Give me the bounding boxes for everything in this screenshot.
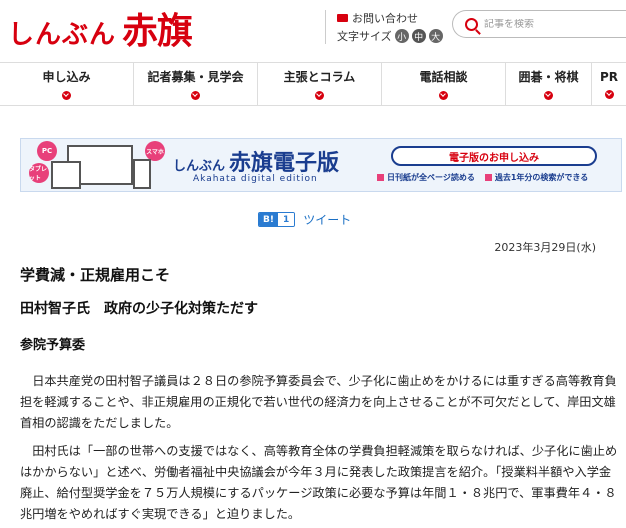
tablet-badge: タブレット <box>29 163 49 183</box>
font-size-label: 文字サイズ <box>337 30 392 43</box>
nav-item-opinion[interactable]: 主張とコラム <box>258 63 382 105</box>
nav-item-label: 主張とコラム <box>283 70 356 84</box>
contact-link[interactable]: お問い合わせ <box>337 10 418 26</box>
site-header: しんぶん 赤旗 お問い合わせ 文字サイズ 小 中 大 <box>0 0 626 56</box>
banner-note-2: 過去1年分の検索ができる <box>484 172 588 183</box>
tweet-button[interactable]: ツイート <box>303 211 351 228</box>
chevron-down-icon <box>315 91 324 100</box>
hatena-bookmark-button[interactable]: B! 1 <box>258 212 296 227</box>
chevron-down-icon <box>604 89 614 99</box>
nav-item-pr[interactable]: PR <box>592 63 626 105</box>
article-headline: 学費減・正規雇用こそ <box>20 266 171 284</box>
font-size-control: 文字サイズ 小 中 大 <box>337 28 443 44</box>
nav-item-recruit[interactable]: 記者募集・見学会 <box>134 63 258 105</box>
font-size-small-button[interactable]: 小 <box>394 29 409 43</box>
font-size-large-button[interactable]: 大 <box>428 29 443 43</box>
search-input[interactable] <box>484 18 614 30</box>
font-size-medium-button[interactable]: 中 <box>411 29 426 43</box>
hatena-bookmark-icon: B! <box>259 213 278 226</box>
chevron-down-icon <box>191 91 200 100</box>
digital-apply-button[interactable]: 電子版のお申し込み <box>391 146 597 166</box>
article-paragraph-2: 田村氏は「一部の世帯への支援ではなく、高等教育全体の学費負担軽減策を取らなければ… <box>20 444 618 521</box>
contact-label: お問い合わせ <box>352 12 418 25</box>
chevron-down-icon <box>439 91 448 100</box>
banner-title: しんぶん 赤旗電子版 <box>173 145 339 177</box>
nav-item-go-shogi[interactable]: 囲碁・将棋 <box>506 63 592 105</box>
banner-subtitle: Akahata digital edition <box>193 174 318 184</box>
tablet-icon <box>51 161 81 189</box>
devices-illustration: PC タブレット スマホ <box>21 139 171 191</box>
logo-small-text: しんぶん <box>8 20 117 50</box>
bookmark-count: 1 <box>277 213 295 226</box>
share-buttons: B! 1 ツイート <box>258 211 351 228</box>
nav-item-phone-consult[interactable]: 電話相談 <box>382 63 506 105</box>
chevron-down-icon <box>62 91 71 100</box>
chevron-down-icon <box>544 91 553 100</box>
banner-title-small: しんぶん <box>173 159 226 174</box>
square-bullet-icon <box>377 174 384 181</box>
nav-item-label: 電話相談 <box>419 70 468 84</box>
smartphone-icon <box>133 159 151 189</box>
nav-item-label: 申し込み <box>42 70 91 84</box>
main-nav: 申し込み 記者募集・見学会 主張とコラム 電話相談 囲碁・将棋 PR <box>0 62 626 106</box>
nav-item-label: PR <box>599 69 619 84</box>
header-divider <box>325 10 326 44</box>
square-bullet-icon <box>484 174 492 181</box>
article-section: 参院予算委 <box>20 338 86 353</box>
pc-badge: PC <box>37 141 57 161</box>
nav-item-label: 囲碁・将棋 <box>518 70 579 84</box>
site-logo[interactable]: しんぶん 赤旗 <box>8 2 193 52</box>
search-icon[interactable] <box>465 17 478 31</box>
phone-badge: スマホ <box>145 141 165 161</box>
nav-item-label: 記者募集・見学会 <box>147 70 244 84</box>
banner-title-big: 赤旗電子版 <box>229 151 340 176</box>
banner-note-1: 日刊紙が全ページ読める <box>377 172 475 183</box>
banner-notes: 日刊紙が全ページ読める 過去1年分の検索ができる <box>377 172 588 183</box>
nav-item-subscribe[interactable]: 申し込み <box>0 63 134 105</box>
article-paragraph-1: 日本共産党の田村智子議員は２８日の参院予算委員会で、少子化に歯止めをかけるには重… <box>20 374 617 430</box>
digital-edition-banner[interactable]: PC タブレット スマホ しんぶん 赤旗電子版 Akahata digital … <box>20 138 622 192</box>
logo-big-text: 赤旗 <box>122 11 193 52</box>
article-subheadline: 田村智子氏 政府の少子化対策ただす <box>20 301 258 317</box>
search-box <box>452 10 626 38</box>
mail-icon <box>337 14 348 22</box>
article-date: 2023年3月29日(水) <box>494 241 596 254</box>
